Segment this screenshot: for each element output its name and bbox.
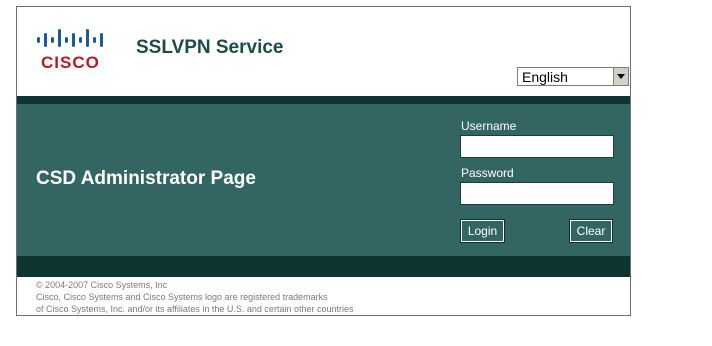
top-divider-band xyxy=(17,96,630,104)
footer-line-affiliates: of Cisco Systems, Inc. and/or its affili… xyxy=(36,304,354,314)
copyright-footer: © 2004-2007 Cisco Systems, Inc Cisco, Ci… xyxy=(36,279,353,315)
password-label: Password xyxy=(461,166,514,180)
login-panel: CSD Administrator Page Username Password… xyxy=(17,104,630,256)
page-title: CSD Administrator Page xyxy=(36,168,256,189)
username-input[interactable] xyxy=(460,135,614,158)
service-title: SSLVPN Service xyxy=(136,37,284,58)
login-button[interactable]: Login xyxy=(460,219,505,243)
clear-button[interactable]: Clear xyxy=(569,219,613,243)
header: CISCO SSLVPN Service English xyxy=(17,7,630,96)
username-label: Username xyxy=(461,119,517,133)
language-select[interactable]: English xyxy=(517,67,629,86)
login-window: CISCO SSLVPN Service English CSD Adminis… xyxy=(16,6,631,316)
logo-wordmark: CISCO xyxy=(41,53,100,72)
language-selected-value: English xyxy=(522,69,568,85)
cisco-logo: CISCO xyxy=(35,27,105,72)
bottom-divider-band xyxy=(17,256,630,277)
footer-line-trademark: Cisco, Cisco Systems and Cisco Systems l… xyxy=(36,292,328,302)
footer-line-copyright: © 2004-2007 Cisco Systems, Inc xyxy=(36,280,168,290)
password-input[interactable] xyxy=(460,182,614,205)
dropdown-arrow-icon[interactable] xyxy=(613,68,628,85)
cisco-bridge-icon xyxy=(37,29,103,47)
